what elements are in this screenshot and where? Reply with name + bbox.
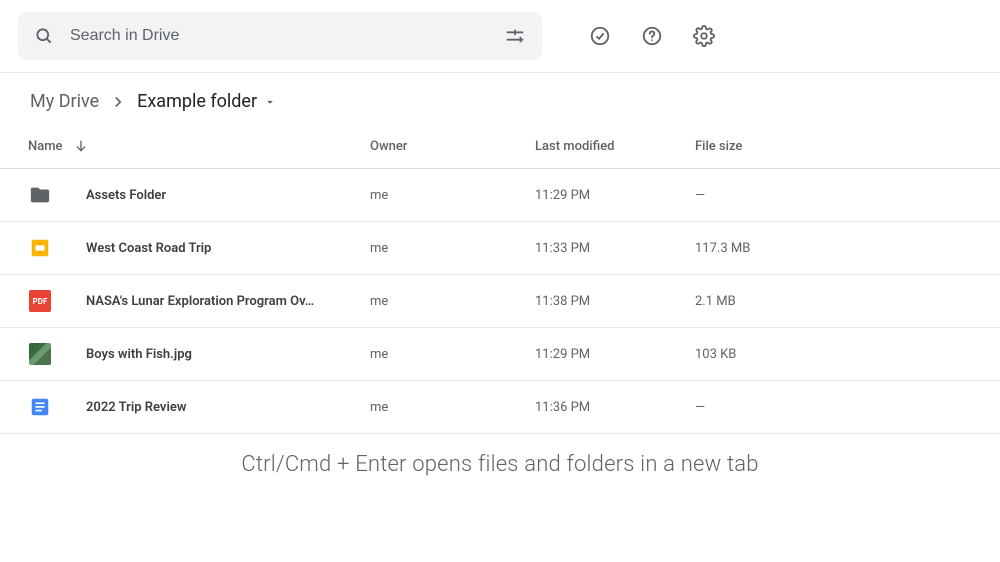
file-modified: 11:33 PM <box>535 241 695 256</box>
column-owner-header[interactable]: Owner <box>370 139 535 154</box>
breadcrumb-current-label: Example folder <box>137 91 257 112</box>
chevron-right-icon <box>109 93 127 111</box>
breadcrumb: My Drive Example folder <box>0 73 1000 124</box>
column-name-label: Name <box>28 139 63 154</box>
breadcrumb-current[interactable]: Example folder <box>137 91 277 112</box>
file-size: 2.1 MB <box>695 294 982 309</box>
search-icon <box>34 26 54 46</box>
tune-icon[interactable] <box>504 25 526 47</box>
offline-ready-icon[interactable] <box>580 16 620 56</box>
column-modified-header[interactable]: Last modified <box>535 139 695 154</box>
file-name: Boys with Fish.jpg <box>86 347 370 362</box>
column-size-header[interactable]: File size <box>695 139 982 154</box>
file-size: 103 KB <box>695 347 982 362</box>
file-size: — <box>695 400 982 415</box>
footer-hint: Ctrl/Cmd + Enter opens files and folders… <box>0 434 1000 495</box>
table-row[interactable]: West Coast Road Tripme11:33 PM117.3 MB <box>0 222 1000 275</box>
table-row[interactable]: Assets Folderme11:29 PM— <box>0 169 1000 222</box>
file-owner: me <box>370 188 535 203</box>
settings-gear-icon[interactable] <box>684 16 724 56</box>
sort-arrow-down-icon <box>73 138 89 154</box>
file-size: 117.3 MB <box>695 241 982 256</box>
breadcrumb-root[interactable]: My Drive <box>30 91 99 112</box>
file-modified: 11:36 PM <box>535 400 695 415</box>
table-header: Name Owner Last modified File size <box>0 124 1000 169</box>
file-modified: 11:29 PM <box>535 347 695 362</box>
search-bar[interactable] <box>18 12 542 60</box>
file-modified: 11:29 PM <box>535 188 695 203</box>
file-owner: me <box>370 241 535 256</box>
file-name: Assets Folder <box>86 188 370 203</box>
dropdown-caret-icon <box>263 95 277 109</box>
file-list: Assets Folderme11:29 PM—West Coast Road … <box>0 169 1000 434</box>
file-name: 2022 Trip Review <box>86 400 370 415</box>
table-row[interactable]: Boys with Fish.jpgme11:29 PM103 KB <box>0 328 1000 381</box>
file-name: West Coast Road Trip <box>86 241 370 256</box>
docs-icon <box>28 395 52 419</box>
folder-icon <box>28 183 52 207</box>
file-owner: me <box>370 294 535 309</box>
file-modified: 11:38 PM <box>535 294 695 309</box>
table-row[interactable]: 2022 Trip Reviewme11:36 PM— <box>0 381 1000 434</box>
file-owner: me <box>370 347 535 362</box>
header-actions <box>580 16 724 56</box>
file-name: NASA's Lunar Exploration Program Ov… <box>86 294 370 309</box>
image-icon <box>28 342 52 366</box>
search-input[interactable] <box>70 27 504 45</box>
header <box>0 0 1000 73</box>
help-icon[interactable] <box>632 16 672 56</box>
slides-icon <box>28 236 52 260</box>
pdf-icon: PDF <box>28 289 52 313</box>
file-owner: me <box>370 400 535 415</box>
column-name-header[interactable]: Name <box>18 138 370 154</box>
file-size: — <box>695 188 982 203</box>
table-row[interactable]: PDF NASA's Lunar Exploration Program Ov…m… <box>0 275 1000 328</box>
